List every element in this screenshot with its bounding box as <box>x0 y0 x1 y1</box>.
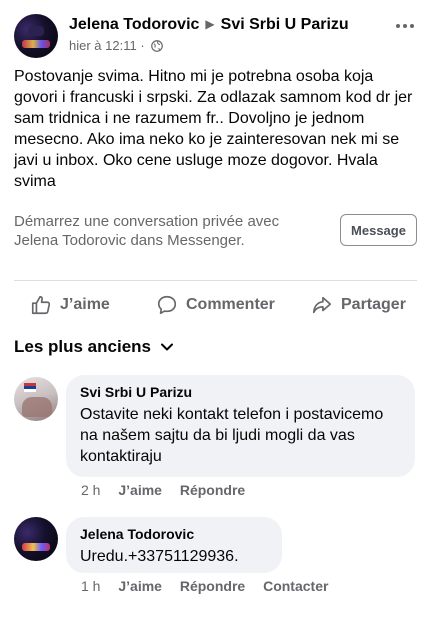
like-label: J’aime <box>60 296 110 313</box>
post-meta: hier à 12:11 · <box>69 38 164 53</box>
comment-reply-link[interactable]: Répondre <box>180 578 245 594</box>
globe-icon <box>151 40 164 52</box>
comment-button[interactable]: Commenter <box>156 290 275 320</box>
comment-contact-link[interactable]: Contacter <box>263 578 328 594</box>
comment-author[interactable]: Jelena Todorovic <box>80 525 270 543</box>
like-button[interactable]: J’aime <box>30 290 110 320</box>
commenter-avatar[interactable] <box>14 517 58 561</box>
post-header: Jelena Todorovic ▶ Svi Srbi U Parizu hier … <box>14 14 417 58</box>
post-timestamp[interactable]: hier à 12:11 <box>69 38 137 53</box>
action-bar: J’aime Commenter Partager <box>14 290 417 320</box>
author-name[interactable]: Jelena Todorovic <box>69 16 199 33</box>
comment-text: Uredu.+33751129936. <box>80 548 239 565</box>
group-name[interactable]: Svi Srbi U Parizu <box>221 16 349 33</box>
comment-label: Commenter <box>186 296 275 313</box>
share-button[interactable]: Partager <box>311 290 406 320</box>
more-options-icon[interactable] <box>393 16 417 36</box>
comment-like-link[interactable]: J’aime <box>118 482 162 498</box>
comment-bubble: Jelena Todorovic Uredu.+33751129936. <box>66 517 282 573</box>
comment-time[interactable]: 1 h <box>81 578 100 594</box>
share-arrow-icon <box>312 296 332 314</box>
message-button[interactable]: Message <box>340 214 417 246</box>
comment-author[interactable]: Svi Srbi U Parizu <box>80 383 403 401</box>
comment-bubble: Svi Srbi U Parizu Ostavite neki kontakt … <box>66 375 415 477</box>
comment-meta: 2 h J’aime Répondre <box>81 482 245 498</box>
meta-separator: · <box>140 38 145 53</box>
comment-bubble-icon <box>157 295 177 315</box>
arrow-right-icon: ▶ <box>205 17 215 31</box>
divider <box>14 280 417 281</box>
share-label: Partager <box>341 296 406 313</box>
comment-meta: 1 h J’aime Répondre Contacter <box>81 578 328 594</box>
chevron-down-icon <box>161 343 173 351</box>
commenter-avatar[interactable] <box>14 377 58 421</box>
comment-like-link[interactable]: J’aime <box>118 578 162 594</box>
author-line: Jelena Todorovic ▶ Svi Srbi U Parizu <box>69 16 349 34</box>
comment-sort-selector[interactable]: Les plus anciens <box>14 337 173 357</box>
author-avatar[interactable] <box>14 14 58 58</box>
post-body: Postovanje svima. Hitno mi je potrebna o… <box>14 68 413 190</box>
comment-time[interactable]: 2 h <box>81 482 100 498</box>
messenger-prompt: Démarrez une conversation privée avec Je… <box>14 212 417 256</box>
thumbs-up-icon <box>31 295 51 315</box>
comment-text: Ostavite neki kontakt telefon i postavic… <box>80 406 384 465</box>
sort-label: Les plus anciens <box>14 337 151 356</box>
messenger-prompt-text: Démarrez une conversation privée avec Je… <box>14 213 280 249</box>
comment-reply-link[interactable]: Répondre <box>180 482 245 498</box>
